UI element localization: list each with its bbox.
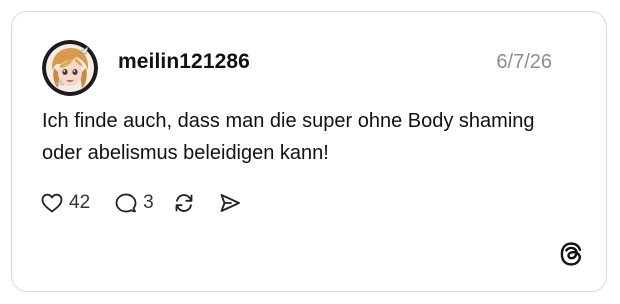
reply-count: 3 xyxy=(143,192,154,213)
post-date: 6/7/26 xyxy=(496,51,552,73)
send-icon xyxy=(220,194,240,212)
repost-button[interactable] xyxy=(172,191,196,215)
username[interactable]: meilin121286 xyxy=(118,50,250,74)
avatar-image xyxy=(42,40,98,96)
post-actions: 42 3 xyxy=(40,188,242,218)
like-count: 42 xyxy=(69,192,91,213)
avatar[interactable] xyxy=(42,40,98,96)
like-button[interactable]: 42 xyxy=(40,191,90,215)
share-button[interactable] xyxy=(218,191,242,215)
post-card: meilin121286 6/7/26 Ich finde auch, dass… xyxy=(11,11,607,292)
threads-logo-icon[interactable] xyxy=(558,241,584,267)
post-text: Ich finde auch, dass man die super ohne … xyxy=(42,110,535,164)
comment-bubble-icon xyxy=(115,193,137,213)
threads-logo-glyph xyxy=(560,242,582,266)
reply-button[interactable]: 3 xyxy=(114,191,154,215)
repost-arrows-icon xyxy=(175,194,193,212)
heart-icon xyxy=(41,193,63,213)
